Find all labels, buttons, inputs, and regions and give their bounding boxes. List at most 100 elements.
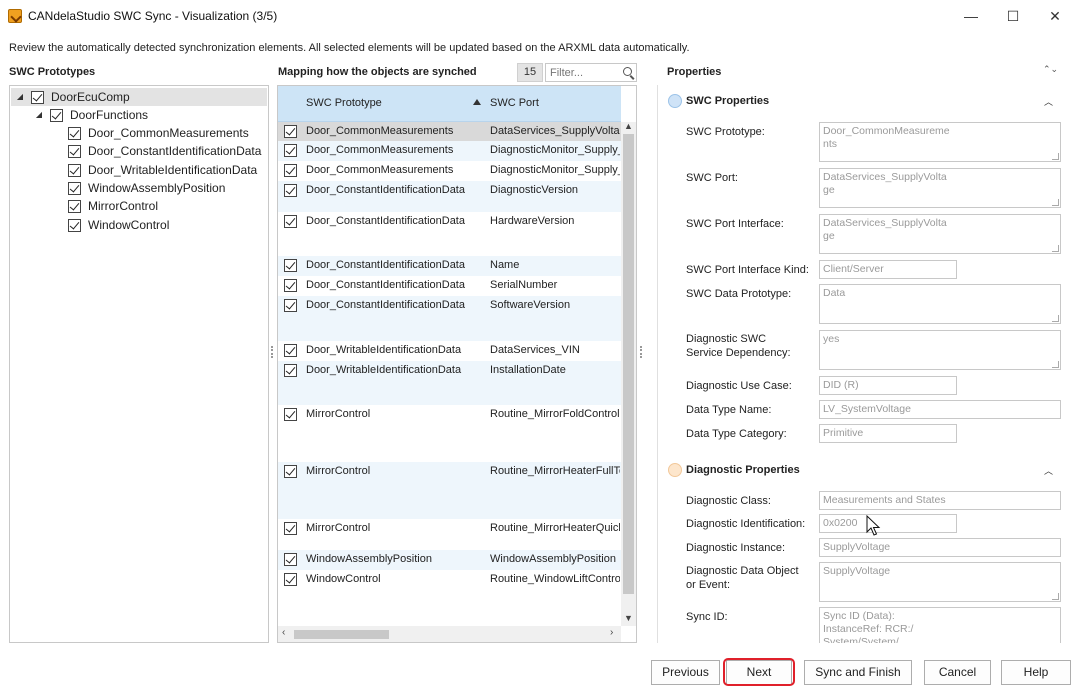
scroll-down-icon[interactable]: ▼ — [624, 613, 633, 623]
row-checkbox[interactable] — [284, 184, 297, 197]
table-row[interactable]: WindowControl Routine_WindowLiftControl — [278, 570, 621, 626]
swc-port-label: SWC Port: — [686, 172, 738, 184]
minimize-button[interactable]: — — [954, 4, 988, 28]
data-type-name-field[interactable]: LV_SystemVoltage — [819, 400, 1061, 419]
maximize-button[interactable]: ☐ — [996, 4, 1030, 28]
table-row[interactable]: MirrorControl Routine_MirrorHeaterQuickT… — [278, 519, 621, 550]
swc-port-interface-field[interactable]: DataServices_SupplyVolta ge — [819, 214, 1061, 254]
table-row[interactable]: Door_WritableIdentificationData DataServ… — [278, 341, 621, 361]
column-header-swc-prototype[interactable]: SWC Prototype — [306, 97, 382, 109]
filter-input[interactable] — [548, 65, 618, 80]
tree-checkbox[interactable] — [68, 127, 81, 140]
chevron-up-icon[interactable]: ︿ — [1044, 95, 1053, 108]
expand-arrow-icon[interactable]: ◢ — [15, 88, 25, 106]
sync-and-finish-button[interactable]: Sync and Finish — [804, 660, 912, 685]
scroll-thumb[interactable] — [294, 630, 389, 639]
cell-swc-port: Routine_MirrorFoldControl — [490, 408, 620, 420]
table-row[interactable]: Door_ConstantIdentificationData SerialNu… — [278, 276, 621, 296]
diag-swc-dependency-field[interactable]: yes — [819, 330, 1061, 370]
tree-item[interactable]: WindowControl — [11, 216, 267, 234]
cell-swc-port: Name — [490, 259, 520, 271]
collapse-all-icon[interactable]: ⌃⌄ — [1043, 64, 1058, 75]
row-checkbox[interactable] — [284, 144, 297, 157]
help-button[interactable]: Help — [1001, 660, 1071, 685]
row-checkbox[interactable] — [284, 259, 297, 272]
tree-checkbox[interactable] — [68, 145, 81, 158]
diag-use-case-field[interactable]: DID (R) — [819, 376, 957, 395]
tree-checkbox[interactable] — [68, 164, 81, 177]
expand-arrow-icon[interactable]: ◢ — [34, 106, 44, 124]
scroll-thumb[interactable] — [623, 134, 634, 594]
mapping-grid[interactable]: SWC Prototype SWC Port Door_CommonMeasur… — [277, 85, 637, 643]
row-checkbox[interactable] — [284, 344, 297, 357]
row-checkbox[interactable] — [284, 573, 297, 586]
splitter-handle[interactable] — [271, 346, 273, 358]
tree-node-group[interactable]: ◢ DoorFunctions — [11, 106, 267, 124]
data-type-category-field[interactable]: Primitive — [819, 424, 957, 443]
row-checkbox[interactable] — [284, 164, 297, 177]
tree-item[interactable]: MirrorControl — [11, 197, 267, 215]
table-row[interactable]: Door_CommonMeasurements DataServices_Sup… — [278, 122, 621, 141]
table-row[interactable]: Door_CommonMeasurements DiagnosticMonito… — [278, 141, 621, 161]
app-icon — [8, 9, 22, 23]
tree-checkbox[interactable] — [68, 182, 81, 195]
swc-prototypes-tree[interactable]: ◢ DoorEcuComp ◢ DoorFunctions Door_Commo… — [9, 85, 269, 643]
previous-button[interactable]: Previous — [651, 660, 720, 685]
row-checkbox[interactable] — [284, 364, 297, 377]
diag-class-field[interactable]: Measurements and States — [819, 491, 1061, 510]
cell-swc-prototype: MirrorControl — [306, 465, 371, 477]
splitter-handle[interactable] — [640, 346, 642, 358]
scroll-right-icon[interactable]: › — [610, 627, 613, 638]
row-checkbox[interactable] — [284, 522, 297, 535]
sort-ascending-icon[interactable] — [473, 99, 481, 105]
table-row[interactable]: Door_ConstantIdentificationData Hardware… — [278, 212, 621, 256]
scroll-up-icon[interactable]: ▲ — [624, 121, 633, 131]
row-checkbox[interactable] — [284, 299, 297, 312]
tree-item[interactable]: Door_WritableIdentificationData — [11, 161, 267, 179]
row-checkbox[interactable] — [284, 465, 297, 478]
cancel-button[interactable]: Cancel — [924, 660, 991, 685]
diag-data-object-field[interactable]: SupplyVoltage — [819, 562, 1061, 602]
tree-checkbox[interactable] — [31, 91, 44, 104]
search-icon[interactable] — [623, 67, 632, 76]
swc-properties-heading: SWC Properties — [686, 95, 770, 107]
tree-item[interactable]: Door_CommonMeasurements — [11, 124, 267, 142]
row-checkbox[interactable] — [284, 279, 297, 292]
diag-identification-field[interactable]: 0x0200 — [819, 514, 957, 533]
swc-port-interface-kind-field[interactable]: Client/Server — [819, 260, 957, 279]
swc-port-field[interactable]: DataServices_SupplyVolta ge — [819, 168, 1061, 208]
filter-box[interactable] — [545, 63, 637, 82]
cell-swc-port: SoftwareVersion — [490, 299, 571, 311]
table-row[interactable]: WindowAssemblyPosition WindowAssemblyPos… — [278, 550, 621, 570]
row-checkbox[interactable] — [284, 553, 297, 566]
tree-node-root[interactable]: ◢ DoorEcuComp — [11, 88, 267, 106]
table-row[interactable]: MirrorControl Routine_MirrorHeaterFullTe… — [278, 462, 621, 519]
row-checkbox[interactable] — [284, 408, 297, 421]
diag-instance-field[interactable]: SupplyVoltage — [819, 538, 1061, 557]
table-row[interactable]: Door_WritableIdentificationData Installa… — [278, 361, 621, 405]
tree-item[interactable]: WindowAssemblyPosition — [11, 179, 267, 197]
table-row[interactable]: Door_CommonMeasurements DiagnosticMonito… — [278, 161, 621, 181]
swc-prototype-field[interactable]: Door_CommonMeasureme nts — [819, 122, 1061, 162]
tree-checkbox[interactable] — [68, 219, 81, 232]
scroll-left-icon[interactable]: ‹ — [282, 627, 285, 638]
tree-label: Door_ConstantIdentificationData — [88, 144, 262, 158]
vertical-scrollbar[interactable]: ▲ ▼ — [621, 121, 636, 626]
sync-id-field[interactable]: Sync ID (Data): InstanceRef: RCR:/ Syste… — [819, 607, 1061, 643]
tree-item[interactable]: Door_ConstantIdentificationData — [11, 142, 267, 160]
table-row[interactable]: Door_ConstantIdentificationData Name — [278, 256, 621, 276]
data-type-category-label: Data Type Category: — [686, 428, 787, 440]
table-row[interactable]: Door_ConstantIdentificationData Diagnost… — [278, 181, 621, 212]
table-row[interactable]: MirrorControl Routine_MirrorFoldControl — [278, 405, 621, 462]
row-checkbox[interactable] — [284, 125, 297, 138]
chevron-up-icon[interactable]: ︿ — [1044, 464, 1053, 477]
close-button[interactable]: ✕ — [1038, 4, 1072, 28]
row-checkbox[interactable] — [284, 215, 297, 228]
tree-checkbox[interactable] — [68, 200, 81, 213]
table-row[interactable]: Door_ConstantIdentificationData Software… — [278, 296, 621, 341]
swc-data-prototype-label: SWC Data Prototype: — [686, 288, 792, 300]
swc-data-prototype-field[interactable]: Data — [819, 284, 1061, 324]
column-header-swc-port[interactable]: SWC Port — [490, 97, 539, 109]
tree-checkbox[interactable] — [50, 109, 63, 122]
horizontal-scrollbar[interactable]: ‹ › — [278, 626, 621, 642]
